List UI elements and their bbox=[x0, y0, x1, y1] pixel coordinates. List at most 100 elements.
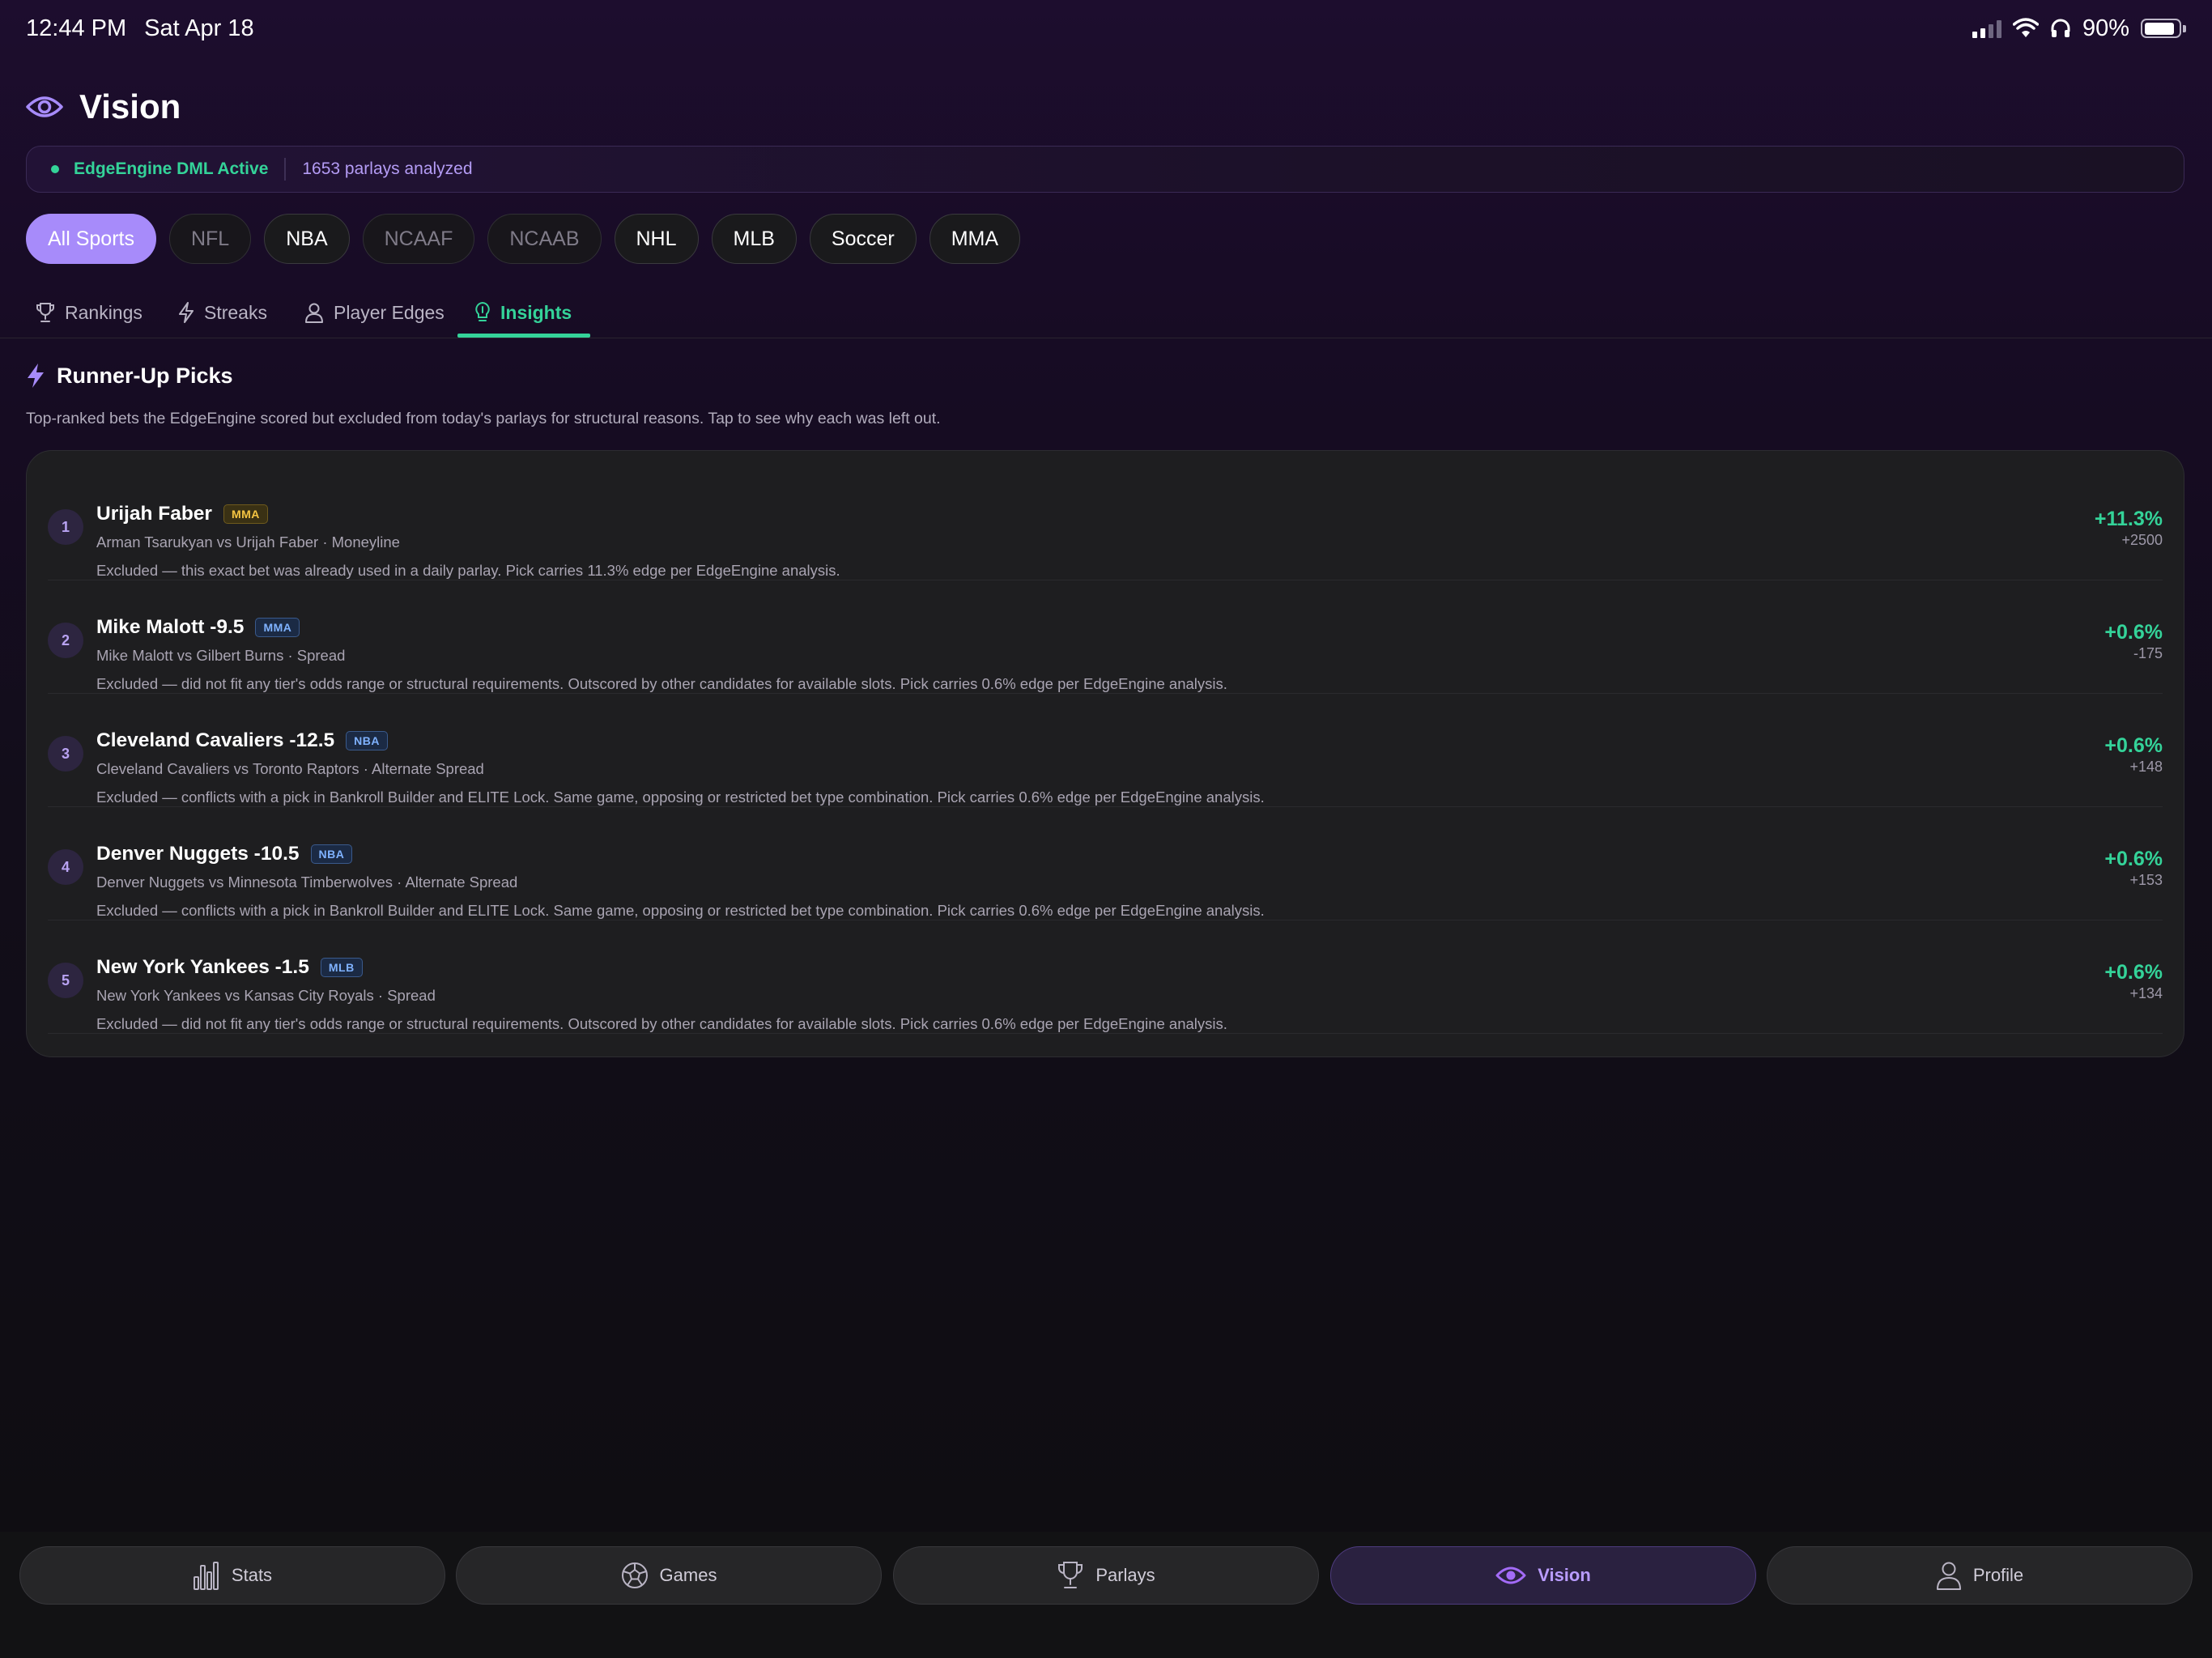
status-date: Sat Apr 18 bbox=[144, 15, 254, 41]
pick-exclusion-reason: Excluded — did not fit any tier's odds r… bbox=[96, 675, 1227, 692]
pick-exclusion-reason: Excluded — conflicts with a pick in Bank… bbox=[96, 789, 1265, 806]
tab-streaks[interactable]: Streaks bbox=[178, 287, 267, 338]
nav-vision-label: Vision bbox=[1538, 1565, 1591, 1585]
chip-ncaaf[interactable]: NCAAF bbox=[362, 214, 475, 264]
wifi-icon bbox=[2012, 18, 2039, 37]
tab-player-edges[interactable]: Player Edges bbox=[304, 287, 445, 338]
bar-chart-icon bbox=[193, 1562, 219, 1590]
league-badge: MMA bbox=[255, 618, 300, 637]
person-icon bbox=[305, 303, 323, 323]
pick-rank: 1 bbox=[48, 509, 83, 545]
page-header: Vision bbox=[26, 87, 181, 126]
chip-soccer[interactable]: Soccer bbox=[809, 214, 917, 264]
nav-stats[interactable]: Stats bbox=[19, 1546, 445, 1605]
chip-ncaab[interactable]: NCAAB bbox=[487, 214, 602, 264]
soccer-ball-icon bbox=[621, 1562, 648, 1588]
pick-edge: +0.6% bbox=[2104, 621, 2163, 644]
parlays-analyzed-count: 1653 parlays analyzed bbox=[302, 159, 473, 178]
runner-up-picks-card: 1 Urijah Faber MMA Arman Tsarukyan vs Ur… bbox=[26, 450, 2184, 1057]
engine-status-dot bbox=[51, 165, 59, 173]
pick-row[interactable]: 3 Cleveland Cavaliers -12.5 NBA Clevelan… bbox=[48, 694, 2163, 807]
nav-games-label: Games bbox=[659, 1565, 717, 1585]
view-tabs: Rankings Streaks Player Edges Insights bbox=[0, 287, 2212, 338]
pick-rank: 5 bbox=[48, 963, 83, 998]
tab-streaks-label: Streaks bbox=[204, 301, 267, 323]
pick-rank: 4 bbox=[48, 849, 83, 885]
nav-parlays[interactable]: Parlays bbox=[893, 1546, 1319, 1605]
cellular-signal-icon bbox=[1972, 19, 2001, 38]
pick-exclusion-reason: Excluded — did not fit any tier's odds r… bbox=[96, 1015, 1227, 1032]
pick-odds: +148 bbox=[2129, 759, 2163, 775]
nav-parlays-label: Parlays bbox=[1095, 1565, 1155, 1585]
pick-odds: -175 bbox=[2133, 645, 2163, 661]
pick-matchup: Mike Malott vs Gilbert Burns · Spread bbox=[96, 647, 346, 664]
pick-odds: +2500 bbox=[2121, 532, 2163, 548]
status-time: 12:44 PM bbox=[26, 15, 127, 41]
nav-stats-label: Stats bbox=[231, 1565, 273, 1585]
pick-odds: +153 bbox=[2129, 872, 2163, 888]
engine-status-bar: EdgeEngine DML Active 1653 parlays analy… bbox=[26, 146, 2184, 193]
section-heading: Runner-Up Picks bbox=[26, 363, 233, 389]
pick-odds: +134 bbox=[2129, 985, 2163, 1001]
chip-nfl[interactable]: NFL bbox=[168, 214, 252, 264]
pick-name: Denver Nuggets -10.5 bbox=[96, 843, 300, 865]
pick-row[interactable]: 2 Mike Malott -9.5 MMA Mike Malott vs Gi… bbox=[48, 580, 2163, 694]
league-badge: MLB bbox=[320, 958, 363, 977]
active-tab-indicator bbox=[457, 334, 590, 338]
pick-rank: 2 bbox=[48, 623, 83, 658]
tab-rankings[interactable]: Rankings bbox=[36, 287, 143, 338]
pick-name: Urijah Faber bbox=[96, 503, 212, 525]
nav-profile-label: Profile bbox=[1972, 1565, 2024, 1585]
person-icon bbox=[1936, 1562, 1961, 1590]
eye-icon bbox=[1495, 1567, 1526, 1584]
pick-name: Mike Malott -9.5 bbox=[96, 616, 245, 638]
engine-divider bbox=[284, 158, 287, 181]
pick-edge: +0.6% bbox=[2104, 734, 2163, 757]
nav-vision[interactable]: Vision bbox=[1330, 1546, 1756, 1605]
battery-icon bbox=[2141, 19, 2186, 38]
chip-mlb[interactable]: MLB bbox=[711, 214, 797, 264]
page-title: Vision bbox=[79, 87, 181, 125]
pick-edge: +11.3% bbox=[2094, 508, 2163, 530]
pick-row[interactable]: 1 Urijah Faber MMA Arman Tsarukyan vs Ur… bbox=[48, 467, 2163, 580]
pick-row[interactable]: 5 New York Yankees -1.5 MLB New York Yan… bbox=[48, 920, 2163, 1034]
nav-profile[interactable]: Profile bbox=[1767, 1546, 2193, 1605]
pick-edge: +0.6% bbox=[2104, 848, 2163, 870]
app-root: 12:44 PM Sat Apr 18 90% Vision EdgeEngin… bbox=[0, 0, 2212, 1658]
pick-matchup: Cleveland Cavaliers vs Toronto Raptors ·… bbox=[96, 760, 484, 777]
engine-status-text: EdgeEngine DML Active bbox=[74, 159, 269, 178]
chip-nba[interactable]: NBA bbox=[264, 214, 350, 264]
section-title: Runner-Up Picks bbox=[57, 363, 233, 388]
eye-icon bbox=[26, 96, 63, 117]
status-bar: 12:44 PM Sat Apr 18 90% bbox=[26, 11, 2186, 45]
pick-matchup: New York Yankees vs Kansas City Royals ·… bbox=[96, 987, 436, 1004]
league-badge: NBA bbox=[310, 844, 353, 864]
chip-mma[interactable]: MMA bbox=[929, 214, 1021, 264]
chip-nhl[interactable]: NHL bbox=[614, 214, 699, 264]
chip-all-sports[interactable]: All Sports bbox=[26, 214, 156, 264]
battery-percent: 90% bbox=[2082, 15, 2129, 41]
tab-rankings-label: Rankings bbox=[65, 301, 143, 323]
tab-insights-label: Insights bbox=[500, 301, 572, 323]
tab-insights[interactable]: Insights bbox=[474, 287, 572, 338]
lightning-bolt-icon bbox=[28, 363, 44, 388]
pick-name: New York Yankees -1.5 bbox=[96, 956, 309, 978]
pick-exclusion-reason: Excluded — conflicts with a pick in Bank… bbox=[96, 902, 1265, 919]
pick-edge: +0.6% bbox=[2104, 961, 2163, 984]
league-badge: MMA bbox=[223, 504, 268, 524]
lightning-icon bbox=[179, 302, 194, 323]
pick-exclusion-reason: Excluded — this exact bet was already us… bbox=[96, 562, 840, 579]
trophy-icon bbox=[36, 303, 54, 322]
pick-rank: 3 bbox=[48, 736, 83, 772]
tab-player-edges-label: Player Edges bbox=[334, 301, 445, 323]
pick-matchup: Denver Nuggets vs Minnesota Timberwolves… bbox=[96, 874, 518, 891]
pick-name: Cleveland Cavaliers -12.5 bbox=[96, 729, 335, 751]
bottom-navigation: Stats Games Parlays Vision Profile bbox=[0, 1532, 2212, 1658]
section-description: Top-ranked bets the EdgeEngine scored bu… bbox=[26, 410, 941, 427]
pick-matchup: Arman Tsarukyan vs Urijah Faber · Moneyl… bbox=[96, 534, 400, 551]
trophy-icon bbox=[1058, 1562, 1083, 1588]
nav-games[interactable]: Games bbox=[456, 1546, 882, 1605]
lightbulb-icon bbox=[475, 301, 490, 321]
headphones-icon bbox=[2051, 19, 2070, 37]
pick-row[interactable]: 4 Denver Nuggets -10.5 NBA Denver Nugget… bbox=[48, 807, 2163, 920]
